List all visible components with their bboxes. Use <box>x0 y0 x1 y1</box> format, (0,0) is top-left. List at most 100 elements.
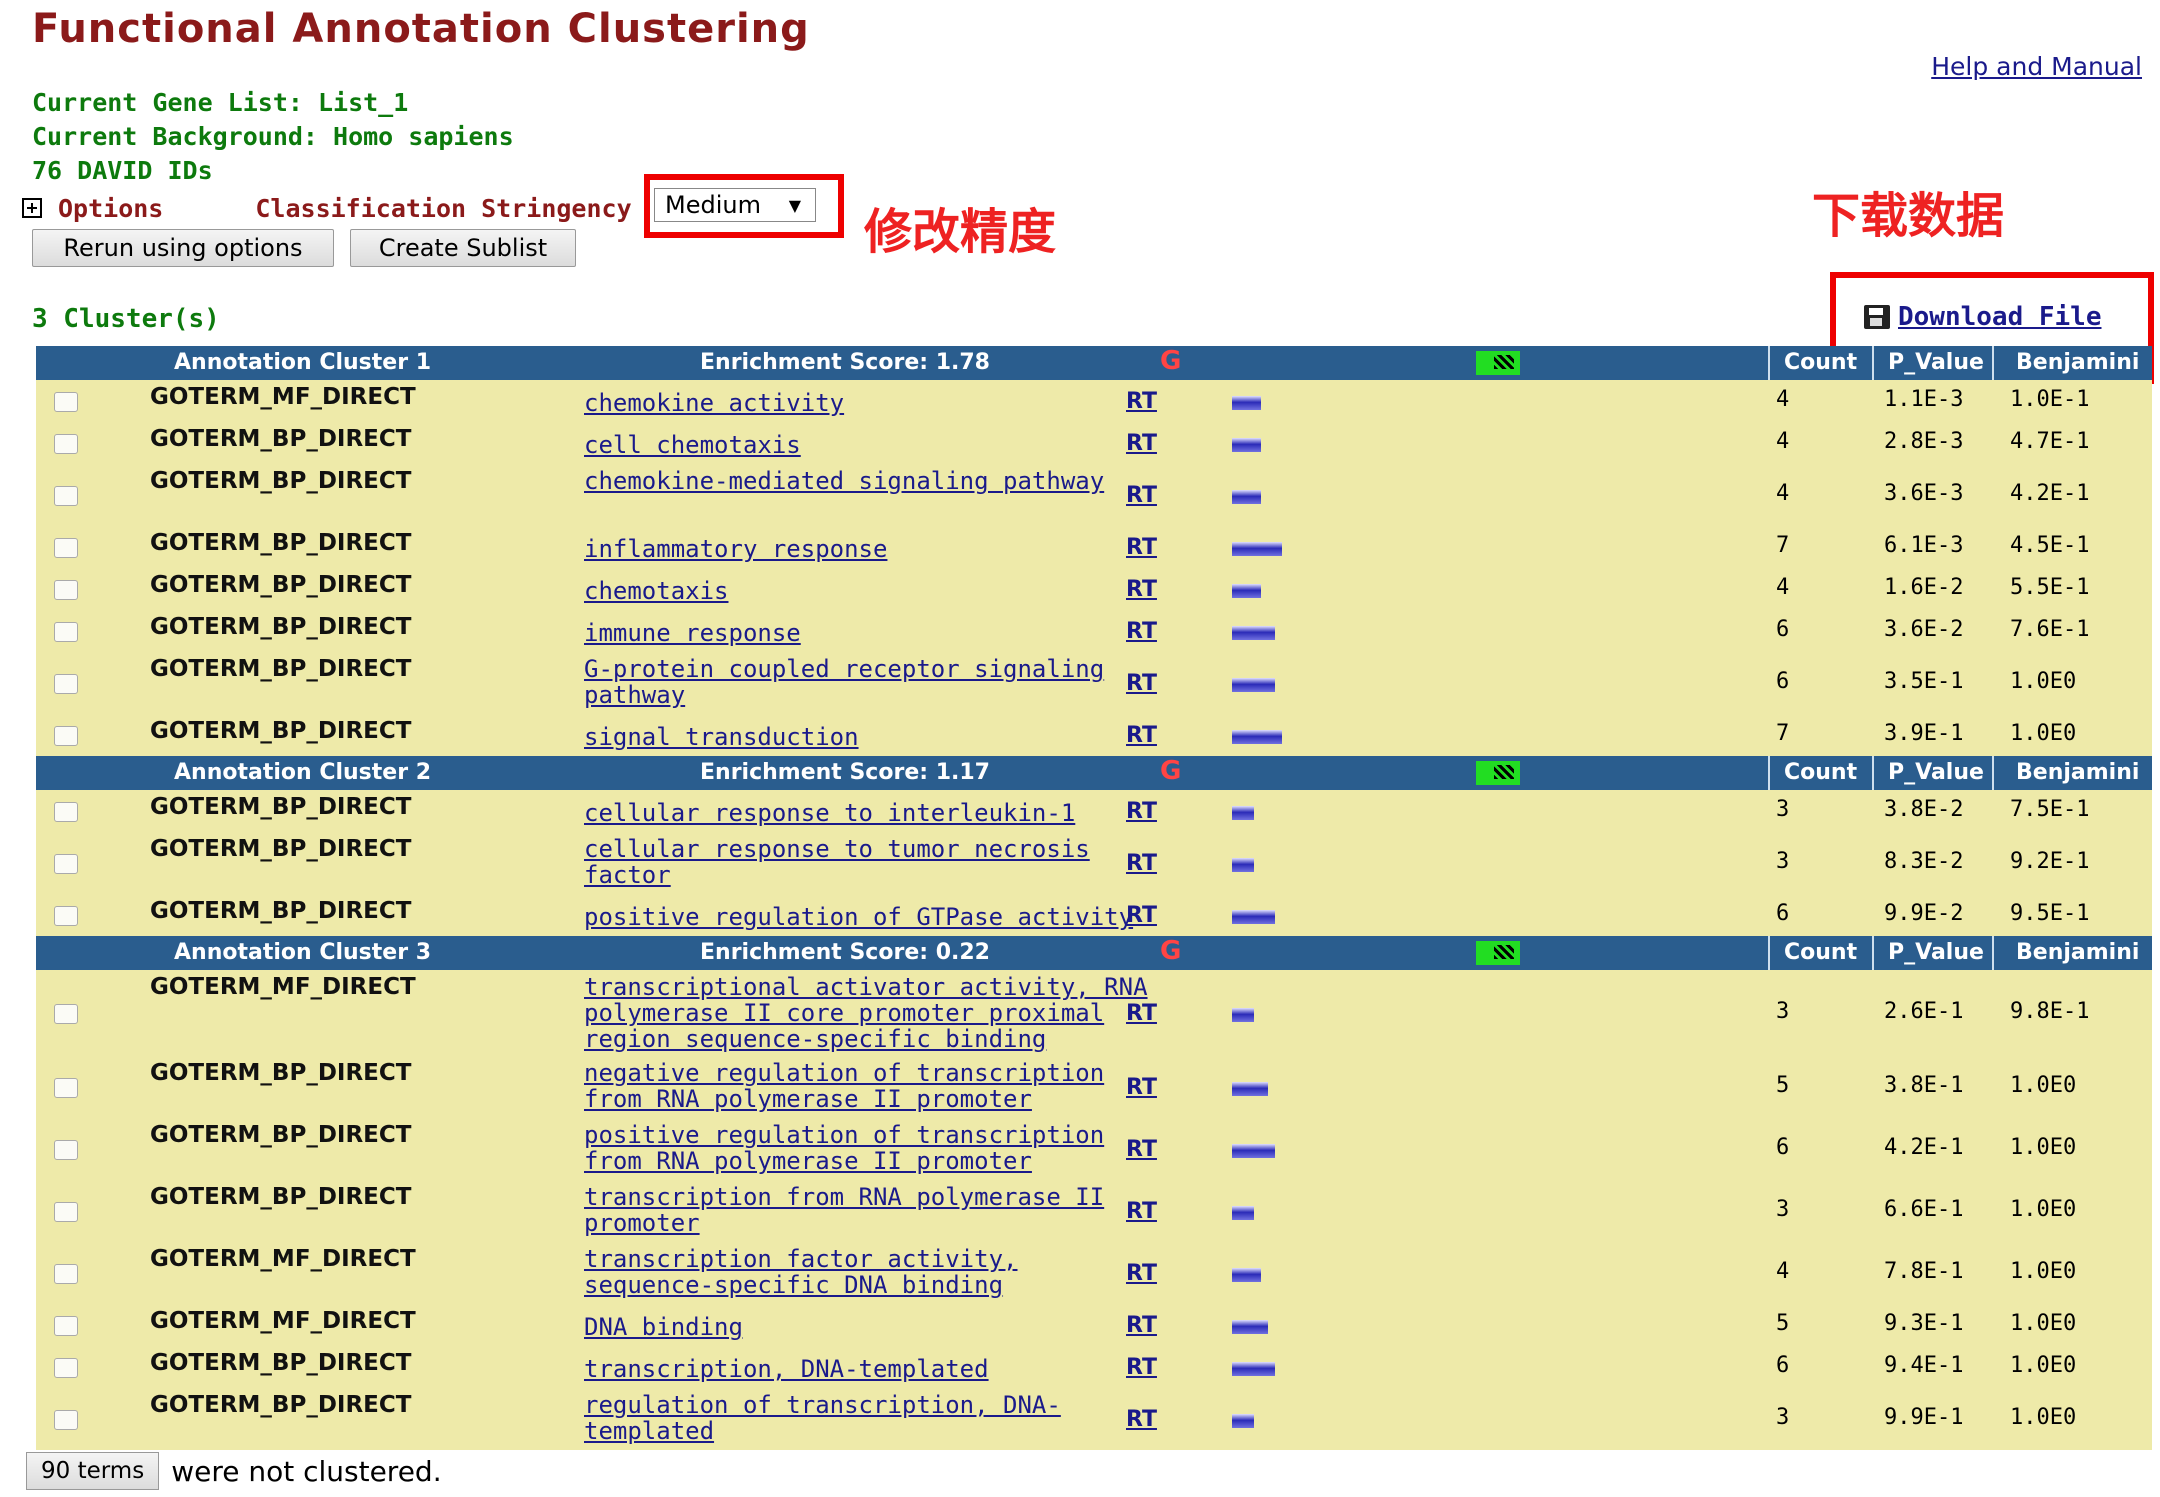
row-checkbox[interactable] <box>54 538 78 558</box>
row-checkbox[interactable] <box>54 486 78 506</box>
row-checkbox[interactable] <box>54 1140 78 1160</box>
row-benjamini: 1.0E0 <box>2010 1135 2077 1160</box>
row-checkbox[interactable] <box>54 1078 78 1098</box>
related-terms-link[interactable]: RT <box>1126 851 1157 876</box>
annotation-category: GOTERM_MF_DIRECT <box>150 1246 416 1272</box>
count-bar-icon <box>1232 858 1254 872</box>
options-toggle[interactable]: Options <box>58 194 163 223</box>
related-terms-link[interactable]: RT <box>1126 483 1157 508</box>
term-link[interactable]: cellular response to tumor necrosis fact… <box>584 836 1149 888</box>
row-checkbox[interactable] <box>54 580 78 600</box>
related-terms-link[interactable]: RT <box>1126 799 1157 824</box>
cluster-name: Annotation Cluster 1 <box>174 350 432 375</box>
related-terms-link[interactable]: RT <box>1126 903 1157 928</box>
row-checkbox[interactable] <box>54 1316 78 1336</box>
row-checkbox[interactable] <box>54 802 78 822</box>
related-terms-link[interactable]: RT <box>1126 431 1157 456</box>
term-link[interactable]: transcription from RNA polymerase II pro… <box>584 1184 1149 1236</box>
related-terms-link[interactable]: RT <box>1126 577 1157 602</box>
column-divider <box>1872 936 1874 970</box>
cluster-name: Annotation Cluster 2 <box>174 760 432 785</box>
rerun-button[interactable]: Rerun using options <box>32 229 334 267</box>
related-terms-link[interactable]: RT <box>1126 1355 1157 1380</box>
row-checkbox[interactable] <box>54 906 78 926</box>
david-ids-count: 76 DAVID IDs <box>32 156 213 185</box>
help-manual-link[interactable]: Help and Manual <box>1931 52 2142 81</box>
row-p-value: 9.9E-2 <box>1884 901 1964 926</box>
row-benjamini: 5.5E-1 <box>2010 575 2090 600</box>
row-checkbox[interactable] <box>54 1358 78 1378</box>
table-row: GOTERM_BP_DIRECT transcription, DNA-templ… <box>36 1346 2152 1388</box>
count-bar-icon <box>1232 1414 1254 1428</box>
term-link[interactable]: signal transduction <box>584 724 1149 750</box>
term-link[interactable]: chemotaxis <box>584 578 1149 604</box>
gene-report-icon[interactable] <box>1156 936 1182 966</box>
term-link[interactable]: positive regulation of GTPase activity <box>584 904 1149 930</box>
table-row: GOTERM_MF_DIRECT transcription factor act… <box>36 1242 2152 1304</box>
row-checkbox[interactable] <box>54 674 78 694</box>
row-benjamini: 1.0E0 <box>2010 669 2077 694</box>
term-link[interactable]: regulation of transcription, DNA-templat… <box>584 1392 1149 1444</box>
row-checkbox[interactable] <box>54 1264 78 1284</box>
row-checkbox[interactable] <box>54 1202 78 1222</box>
count-bar-icon <box>1232 490 1261 504</box>
related-terms-link[interactable]: RT <box>1126 1199 1157 1224</box>
related-terms-link[interactable]: RT <box>1126 1261 1157 1286</box>
gene-report-icon[interactable] <box>1156 756 1182 786</box>
clusters-count: 3 Cluster(s) <box>32 304 220 334</box>
term-link[interactable]: negative regulation of transcription fro… <box>584 1060 1149 1112</box>
related-terms-link[interactable]: RT <box>1126 723 1157 748</box>
related-terms-link[interactable]: RT <box>1126 1313 1157 1338</box>
table-row: GOTERM_BP_DIRECT positive regulation of t… <box>36 1118 2152 1180</box>
page-title: Functional Annotation Clustering <box>32 6 810 52</box>
row-checkbox[interactable] <box>54 392 78 412</box>
column-divider <box>1872 756 1874 790</box>
row-checkbox[interactable] <box>54 726 78 746</box>
annotation-category: GOTERM_MF_DIRECT <box>150 384 416 410</box>
related-terms-link[interactable]: RT <box>1126 619 1157 644</box>
create-sublist-button[interactable]: Create Sublist <box>350 229 576 267</box>
row-benjamini: 9.2E-1 <box>2010 849 2090 874</box>
related-terms-link[interactable]: RT <box>1126 1075 1157 1100</box>
column-divider <box>1992 936 1994 970</box>
term-link[interactable]: chemokine-mediated signaling pathway <box>584 468 1149 494</box>
related-terms-link[interactable]: RT <box>1126 1407 1157 1432</box>
row-checkbox[interactable] <box>54 1410 78 1430</box>
expand-plus-icon[interactable] <box>22 198 42 218</box>
related-terms-link[interactable]: RT <box>1126 535 1157 560</box>
term-link[interactable]: DNA binding <box>584 1314 1149 1340</box>
enrichment-score: Enrichment Score: 0.22 <box>700 940 990 965</box>
row-count: 5 <box>1776 1073 1790 1098</box>
row-checkbox[interactable] <box>54 854 78 874</box>
related-terms-link[interactable]: RT <box>1126 1137 1157 1162</box>
related-terms-link[interactable]: RT <box>1126 1001 1157 1026</box>
annotation-category: GOTERM_BP_DIRECT <box>150 1060 412 1086</box>
heatmap-icon[interactable] <box>1476 761 1520 785</box>
term-link[interactable]: cellular response to interleukin-1 <box>584 800 1149 826</box>
related-terms-link[interactable]: RT <box>1126 671 1157 696</box>
heatmap-icon[interactable] <box>1476 941 1520 965</box>
related-terms-link[interactable]: RT <box>1126 389 1157 414</box>
row-checkbox[interactable] <box>54 434 78 454</box>
term-link[interactable]: cell chemotaxis <box>584 432 1149 458</box>
term-link[interactable]: inflammatory response <box>584 536 1149 562</box>
row-checkbox[interactable] <box>54 622 78 642</box>
term-link[interactable]: chemokine activity <box>584 390 1149 416</box>
table-row: GOTERM_BP_DIRECT cellular response to int… <box>36 790 2152 832</box>
row-checkbox[interactable] <box>54 1004 78 1024</box>
term-link[interactable]: transcription, DNA-templated <box>584 1356 1149 1382</box>
unclustered-terms-button[interactable]: 90 terms <box>26 1452 160 1490</box>
row-count: 4 <box>1776 1259 1790 1284</box>
heatmap-icon[interactable] <box>1476 351 1520 375</box>
annotation-category: GOTERM_BP_DIRECT <box>150 572 412 598</box>
term-link[interactable]: immune response <box>584 620 1149 646</box>
gene-report-icon[interactable] <box>1156 346 1182 376</box>
term-link[interactable]: transcription factor activity, sequence-… <box>584 1246 1149 1298</box>
row-p-value: 6.6E-1 <box>1884 1197 1964 1222</box>
term-link[interactable]: transcriptional activator activity, RNA … <box>584 974 1149 1052</box>
row-benjamini: 1.0E-1 <box>2010 387 2090 412</box>
term-link[interactable]: G-protein coupled receptor signaling pat… <box>584 656 1149 708</box>
row-p-value: 9.4E-1 <box>1884 1353 1964 1378</box>
term-link[interactable]: positive regulation of transcription fro… <box>584 1122 1149 1174</box>
annotation-category: GOTERM_BP_DIRECT <box>150 794 412 820</box>
